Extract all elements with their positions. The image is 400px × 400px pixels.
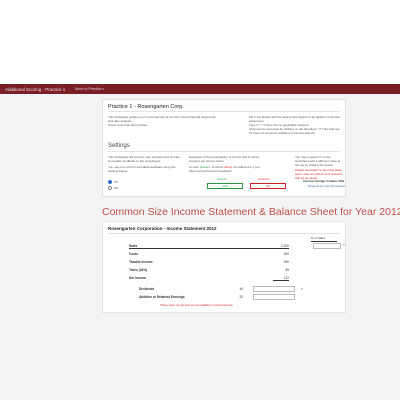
footnote: There were no tax-free (or tax-liability… <box>160 303 234 307</box>
row-label-costs: Costs <box>129 252 138 256</box>
radio-unchecked-icon <box>108 186 112 190</box>
header-underline <box>311 241 337 242</box>
intro-left-line: This worksheet guides you in your learni… <box>108 115 216 123</box>
correct-label: correct <box>217 177 227 181</box>
row-value-taxable-income: 250 <box>283 260 289 264</box>
chevron-down-icon: ▾ <box>102 87 104 91</box>
page-title: Common Size Income Statement & Balance S… <box>102 206 400 218</box>
row-value-retained-earnings: 20 <box>239 295 243 299</box>
navbar: Additional Scoring · Practice 1 More to … <box>0 84 400 94</box>
radio-label: Off <box>114 186 118 190</box>
sales-hint-link[interactable]: ? <box>343 243 345 247</box>
feedback-off-radio[interactable]: Off <box>108 186 118 190</box>
settings-col3-line: You may request for a new worksheet with… <box>295 155 341 167</box>
more-practice-label: More to Practice <box>75 87 102 91</box>
row-label-retained-earnings: Addition to Retained Earnings <box>139 295 185 299</box>
incorrect-example-box: 90 <box>250 183 286 189</box>
correct-example-box: 100 <box>207 183 243 189</box>
row-value-dividends: 44 <box>239 287 243 291</box>
intro-right-line: Hints can be accessed by clicking on the… <box>249 127 340 135</box>
settings-col2-line: Examples of the presentation of correct … <box>189 155 260 163</box>
row-label-net-income: Net Income <box>129 276 147 280</box>
radio-checked-icon <box>108 180 112 184</box>
dividends-hint-link[interactable]: ? <box>301 287 303 291</box>
retained-earnings-input[interactable] <box>253 294 295 300</box>
incorrect-label: incorrect <box>258 177 270 181</box>
percent-of-sales-header: % of Sales <box>311 236 326 240</box>
settings-col2-text: Examples of the presentation of correct … <box>189 155 261 173</box>
settings-col3-text: You may request for a new worksheet with… <box>295 155 345 180</box>
row-line <box>129 248 289 249</box>
income-statement-panel: Rosengarten Corporation - Income Stateme… <box>102 221 346 313</box>
settings-col2-line: Correct (Green), Incorrect (Red): the di… <box>189 165 261 173</box>
divider <box>108 151 340 152</box>
intro-left-text: This worksheet guides you in your learni… <box>108 115 218 127</box>
row-value-taxes: 85 <box>285 268 289 272</box>
intro-right-line: Fill in the blanks with the appropriate … <box>249 115 340 123</box>
more-practice-menu[interactable]: More to Practice ▾ <box>75 87 104 91</box>
row-label-taxable-income: Taxable Income <box>129 260 153 264</box>
settings-col1-text: This worksheet will process your answers… <box>108 155 180 173</box>
settings-col1-line: You may turn off the immediate feedback … <box>108 165 176 173</box>
brand-link[interactable]: Additional Scoring · Practice 1 <box>5 87 65 92</box>
sales-change-label: Current change in Sales 20% <box>303 179 345 183</box>
sales-percent-input[interactable] <box>313 243 341 249</box>
intro-left-line: Score more than last practice. <box>108 123 148 127</box>
radio-label: On <box>114 180 119 184</box>
dividends-input[interactable] <box>253 286 295 292</box>
divider <box>108 111 340 112</box>
settings-title: Settings <box>108 143 130 149</box>
row-value-costs: 300 <box>283 252 289 256</box>
divider <box>108 233 340 234</box>
new-worksheet-link[interactable]: Request for new Worksheet <box>308 184 345 188</box>
row-line <box>273 280 289 281</box>
intro-right-text: Fill in the blanks with the appropriate … <box>249 115 341 135</box>
settings-col1-line: This worksheet will process your answers… <box>108 155 180 163</box>
statement-title: Rosengarten Corporation - Income Stateme… <box>108 226 217 231</box>
row-label-taxes: Taxes (34%) <box>129 268 148 272</box>
feedback-on-radio[interactable]: On <box>108 180 118 184</box>
row-label-dividends: Dividends <box>139 287 155 291</box>
intro-panel: Practice 1 - Rosengarten Corp. This work… <box>102 99 346 197</box>
intro-title: Practice 1 - Rosengarten Corp. <box>108 104 184 110</box>
